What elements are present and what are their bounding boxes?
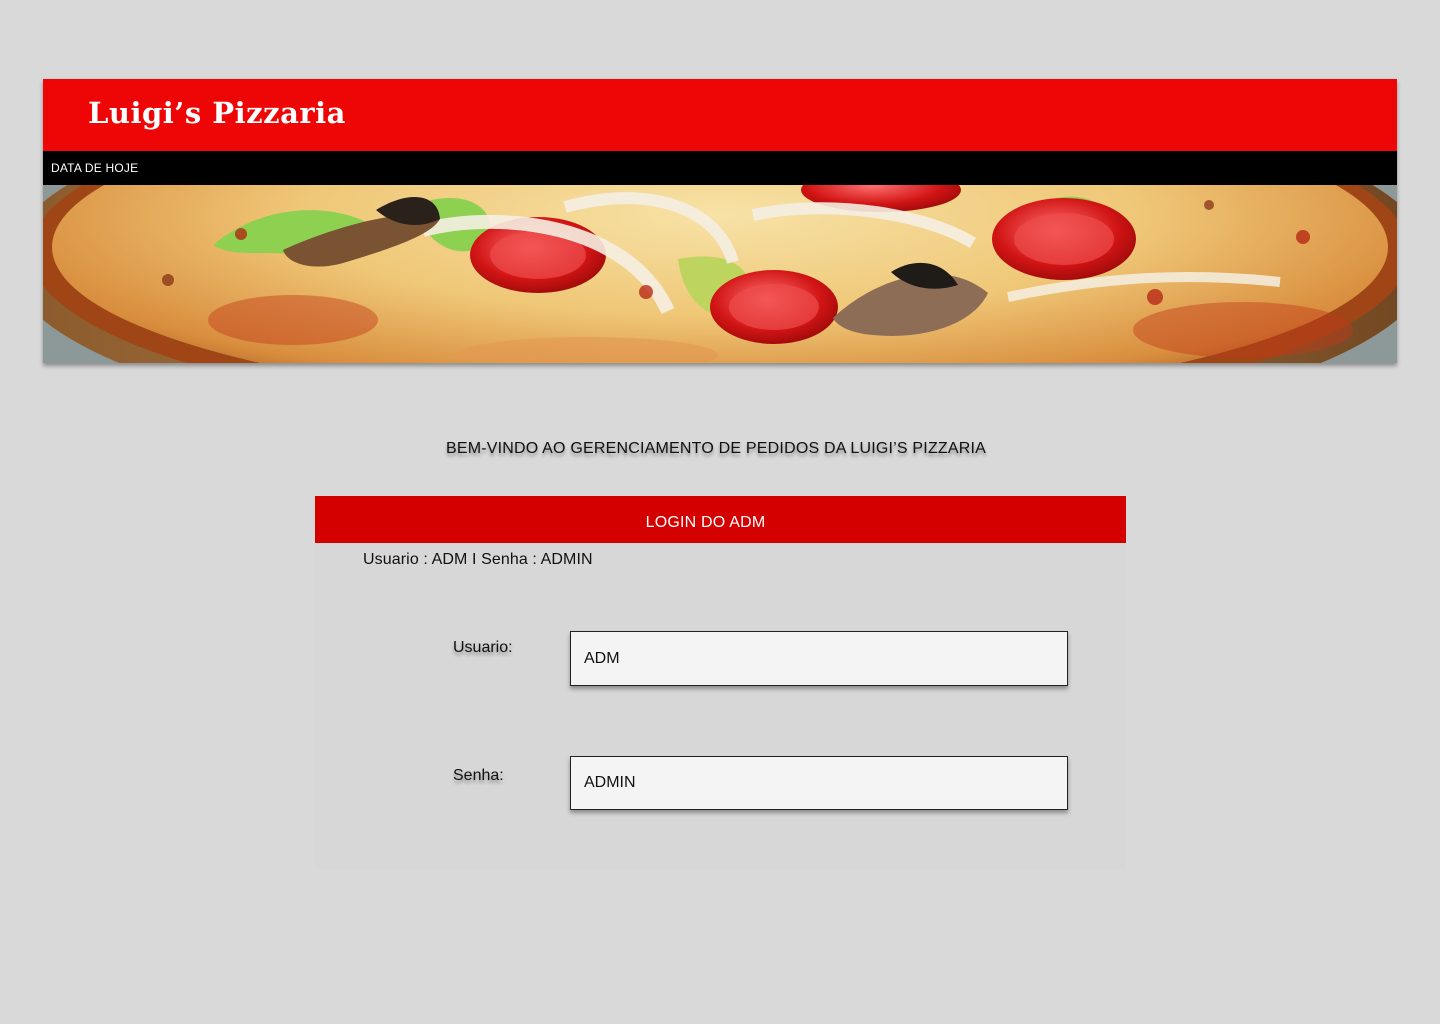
date-label: DATA DE HOJE [51, 161, 139, 175]
brand-title: Luigi’s Pizzaria [88, 96, 346, 130]
login-title: LOGIN DO ADM [645, 514, 766, 531]
username-input[interactable] [570, 631, 1068, 686]
password-input[interactable] [570, 756, 1068, 810]
login-header: LOGIN DO ADM [315, 496, 1126, 543]
welcome-text: BEM-VINDO AO GERENCIAMENTO DE PEDIDOS DA… [445, 440, 987, 457]
username-label: Usuario: [453, 639, 513, 656]
pizza-photo-icon [43, 185, 1397, 363]
site-header: Luigi’s Pizzaria DATA DE HOJE [43, 79, 1397, 363]
brand-bar: Luigi’s Pizzaria [43, 79, 1397, 151]
credentials-hint: Usuario : ADM I Senha : ADMIN [363, 551, 593, 568]
date-bar: DATA DE HOJE [43, 151, 1397, 185]
login-card: LOGIN DO ADM Usuario : ADM I Senha : ADM… [315, 496, 1126, 869]
pizza-banner [43, 185, 1397, 363]
password-label: Senha: [453, 767, 504, 784]
